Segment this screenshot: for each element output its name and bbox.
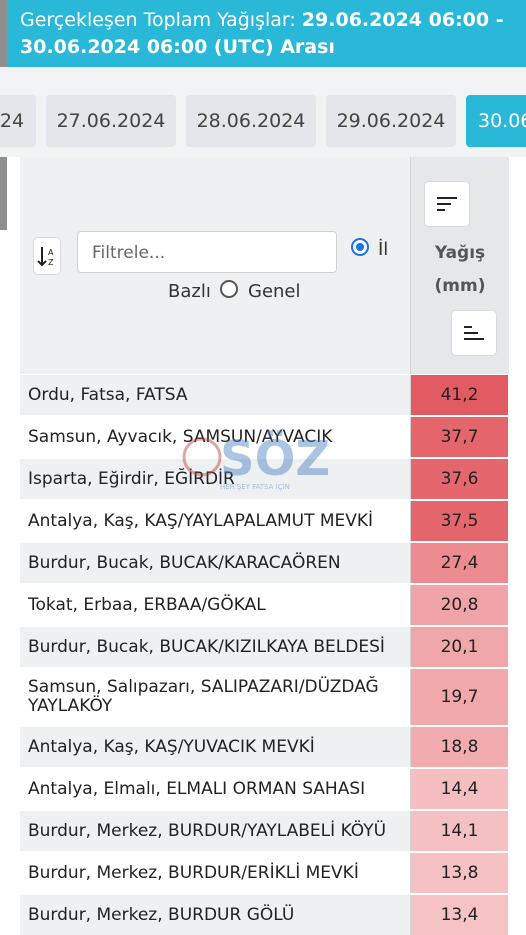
title-prefix: Gerçekleşen Toplam Yağışlar: xyxy=(20,9,302,31)
column-unit: (mm) xyxy=(434,276,486,296)
date-tab[interactable]: 27.06.2024 xyxy=(46,95,176,147)
table-row[interactable]: Samsun, Ayvacık, SAMSUN/AYVACIK 37,7 xyxy=(20,417,508,457)
row-place: Antalya, Kaş, KAŞ/YUVACIK MEVKİ xyxy=(20,727,410,767)
sort-ascending-button[interactable] xyxy=(451,310,497,356)
row-value: 20,8 xyxy=(410,585,508,625)
svg-text:Z: Z xyxy=(48,258,54,267)
sort-alpha-icon: A Z xyxy=(37,247,54,267)
row-value: 37,5 xyxy=(410,501,508,541)
row-place: Antalya, Elmalı, ELMALI ORMAN SAHASI xyxy=(28,778,366,799)
sort-ascending-icon xyxy=(464,326,484,340)
row-value: 14,1 xyxy=(410,811,508,851)
radio-genel-label: Genel xyxy=(248,281,301,302)
radio-il-bazli[interactable] xyxy=(351,238,369,256)
row-value: 18,8 xyxy=(410,727,508,767)
sort-descending-icon xyxy=(437,197,457,211)
row-place: Tokat, Erbaa, ERBAA/GÖKAL xyxy=(28,594,266,615)
row-value: 37,6 xyxy=(410,459,508,499)
row-place: Burdur, Bucak, BUCAK/KARACAÖREN xyxy=(20,543,410,583)
table-row[interactable]: Ordu, Fatsa, FATSA 41,2 xyxy=(20,375,508,415)
radio-genel[interactable] xyxy=(220,280,238,298)
table-row[interactable]: Tokat, Erbaa, ERBAA/GÖKAL 20,8 xyxy=(20,585,508,625)
value-column-header: Yağış (mm) xyxy=(410,157,509,374)
table-row[interactable]: Antalya, Elmalı, ELMALI ORMAN SAHASI 14,… xyxy=(20,769,508,809)
filter-input[interactable]: Filtrele... xyxy=(77,231,337,273)
page-header: Gerçekleşen Toplam Yağışlar: 29.06.2024 … xyxy=(0,0,526,67)
row-place: Samsun, Salıpazarı, SALIPAZARI/DÜZDAĞ YA… xyxy=(28,677,379,716)
row-value: 14,4 xyxy=(410,769,508,809)
row-place: Burdur, Merkez, BURDUR GÖLÜ xyxy=(20,895,410,935)
row-place: Burdur, Bucak, BUCAK/KIZILKAYA BELDESİ xyxy=(20,627,410,667)
row-value: 20,1 xyxy=(410,627,508,667)
date-tab[interactable]: 24 xyxy=(0,95,36,147)
row-place: Burdur, Merkez, BURDUR/YAYLABELİ KÖYÜ xyxy=(20,811,410,851)
row-place: Samsun, Ayvacık, SAMSUN/AYVACIK xyxy=(28,426,333,447)
table-header-filters: A Z Filtrele... İl Bazlı Genel xyxy=(20,157,410,374)
row-value: 27,4 xyxy=(410,543,508,583)
date-tabs: 24 27.06.2024 28.06.2024 29.06.2024 30.0… xyxy=(0,67,526,157)
table-row[interactable]: Antalya, Kaş, KAŞ/YAYLAPALAMUT MEVKİ 37,… xyxy=(20,501,508,541)
table-row[interactable]: Burdur, Bucak, BUCAK/KIZILKAYA BELDESİ 2… xyxy=(20,627,508,667)
table-row[interactable]: Burdur, Bucak, BUCAK/KARACAÖREN 27,4 xyxy=(20,543,508,583)
table-row[interactable]: Burdur, Merkez, BURDUR GÖLÜ 13,4 xyxy=(20,895,508,935)
row-place: Ordu, Fatsa, FATSA xyxy=(20,375,410,415)
row-value: 19,7 xyxy=(410,669,508,725)
date-tab[interactable]: 29.06.2024 xyxy=(326,95,456,147)
sort-descending-button[interactable] xyxy=(424,181,470,227)
date-tab[interactable]: 28.06.2024 xyxy=(186,95,316,147)
row-value: 41,2 xyxy=(410,375,508,415)
svg-text:A: A xyxy=(48,248,54,257)
row-place: Burdur, Merkez, BURDUR/ERİKLİ MEVKİ xyxy=(28,862,359,883)
table-row[interactable]: Samsun, Salıpazarı, SALIPAZARI/DÜZDAĞ YA… xyxy=(20,669,508,725)
page-title: Gerçekleşen Toplam Yağışlar: 29.06.2024 … xyxy=(20,7,520,61)
date-tab-active[interactable]: 30.06 xyxy=(466,95,526,147)
table-row[interactable]: Antalya, Kaş, KAŞ/YUVACIK MEVKİ 18,8 xyxy=(20,727,508,767)
table-row[interactable]: Burdur, Merkez, BURDUR/ERİKLİ MEVKİ 13,8 xyxy=(20,853,508,893)
row-value: 13,4 xyxy=(410,895,508,935)
table-row[interactable]: Burdur, Merkez, BURDUR/YAYLABELİ KÖYÜ 14… xyxy=(20,811,508,851)
row-place: Antalya, Kaş, KAŞ/YAYLAPALAMUT MEVKİ xyxy=(28,510,374,531)
radio-il-suffix-label: Bazlı xyxy=(168,281,211,302)
sort-alpha-button[interactable]: A Z xyxy=(33,237,61,275)
table-row[interactable]: Isparta, Eğirdir, EĞİRDİR 37,6 xyxy=(20,459,508,499)
row-value: 37,7 xyxy=(410,417,508,457)
row-place: Isparta, Eğirdir, EĞİRDİR xyxy=(20,459,410,499)
radio-il-label: İl xyxy=(378,239,389,260)
row-value: 13,8 xyxy=(410,853,508,893)
column-title: Yağış xyxy=(434,243,486,263)
rainfall-table: A Z Filtrele... İl Bazlı Genel Yağış (mm… xyxy=(20,157,509,935)
